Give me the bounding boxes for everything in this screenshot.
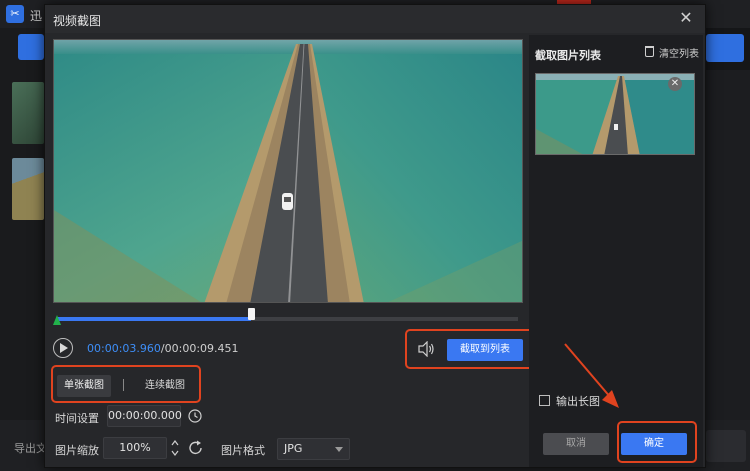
scale-stepper-icon[interactable] (170, 438, 180, 458)
history-icon[interactable] (187, 408, 203, 424)
time-readout: 00:00:03.960/00:00:09.451 (87, 342, 239, 355)
dialog-header: 视频截图 ✕ (45, 5, 705, 33)
volume-icon[interactable] (417, 341, 435, 357)
capture-list-title: 截取图片列表 (535, 49, 601, 62)
app-logo-icon: ✂ (6, 5, 24, 23)
timeline-start-marker[interactable] (53, 315, 61, 325)
media-thumbnail[interactable] (12, 82, 44, 144)
timeline-slider[interactable] (53, 308, 518, 325)
current-time: 00:00:03.960 (87, 342, 161, 355)
screenshot-dialog: 视频截图 ✕ 00:00:03.960/00:00:09.451 截取到列表 单… (44, 4, 706, 468)
timeline-handle[interactable] (247, 308, 255, 320)
capture-to-list-button[interactable]: 截取到列表 (447, 339, 523, 361)
long-image-checkbox[interactable] (539, 395, 550, 406)
media-thumbnail[interactable] (12, 158, 44, 220)
app-top-right-button[interactable] (706, 34, 744, 62)
confirm-button[interactable]: 确定 (621, 433, 687, 455)
single-capture-tab[interactable]: 单张截图 (57, 375, 111, 397)
video-frame-image (54, 40, 522, 302)
image-format-value: JPG (284, 442, 303, 455)
clear-list-label: 清空列表 (659, 49, 699, 60)
image-format-label: 图片格式 (221, 444, 265, 457)
trash-icon (645, 46, 654, 57)
continuous-capture-tab[interactable]: 连续截图 (135, 375, 195, 397)
close-icon[interactable]: ✕ (677, 9, 695, 27)
video-preview[interactable] (53, 39, 523, 303)
long-image-label: 输出长图 (556, 395, 600, 408)
image-scale-input[interactable]: 100% (103, 437, 167, 459)
app-bottom-right-button[interactable] (706, 430, 746, 462)
timeline-progress (57, 317, 251, 321)
remove-thumbnail-icon[interactable]: ✕ (668, 77, 682, 91)
reset-icon[interactable] (187, 439, 205, 457)
app-add-button[interactable] (18, 34, 44, 60)
app-right-panel (704, 70, 750, 430)
play-button[interactable] (53, 338, 73, 358)
mode-divider (123, 379, 124, 391)
image-format-select[interactable]: JPG (277, 438, 350, 460)
chevron-down-icon (335, 447, 343, 452)
time-setting-input[interactable]: 00:00:00.000 (107, 405, 182, 427)
image-scale-label: 图片缩放 (55, 444, 99, 457)
capture-list-panel: 截取图片列表 清空列表 ✕ 输出长图 取消 确定 (529, 35, 703, 467)
dialog-title: 视频截图 (53, 14, 102, 28)
export-label: 导出文 (14, 442, 47, 455)
app-title: 迅 (30, 9, 43, 23)
time-setting-label: 时间设置 (55, 412, 99, 425)
play-icon (60, 343, 68, 353)
cancel-button[interactable]: 取消 (543, 433, 609, 455)
total-time: 00:00:09.451 (164, 342, 239, 355)
